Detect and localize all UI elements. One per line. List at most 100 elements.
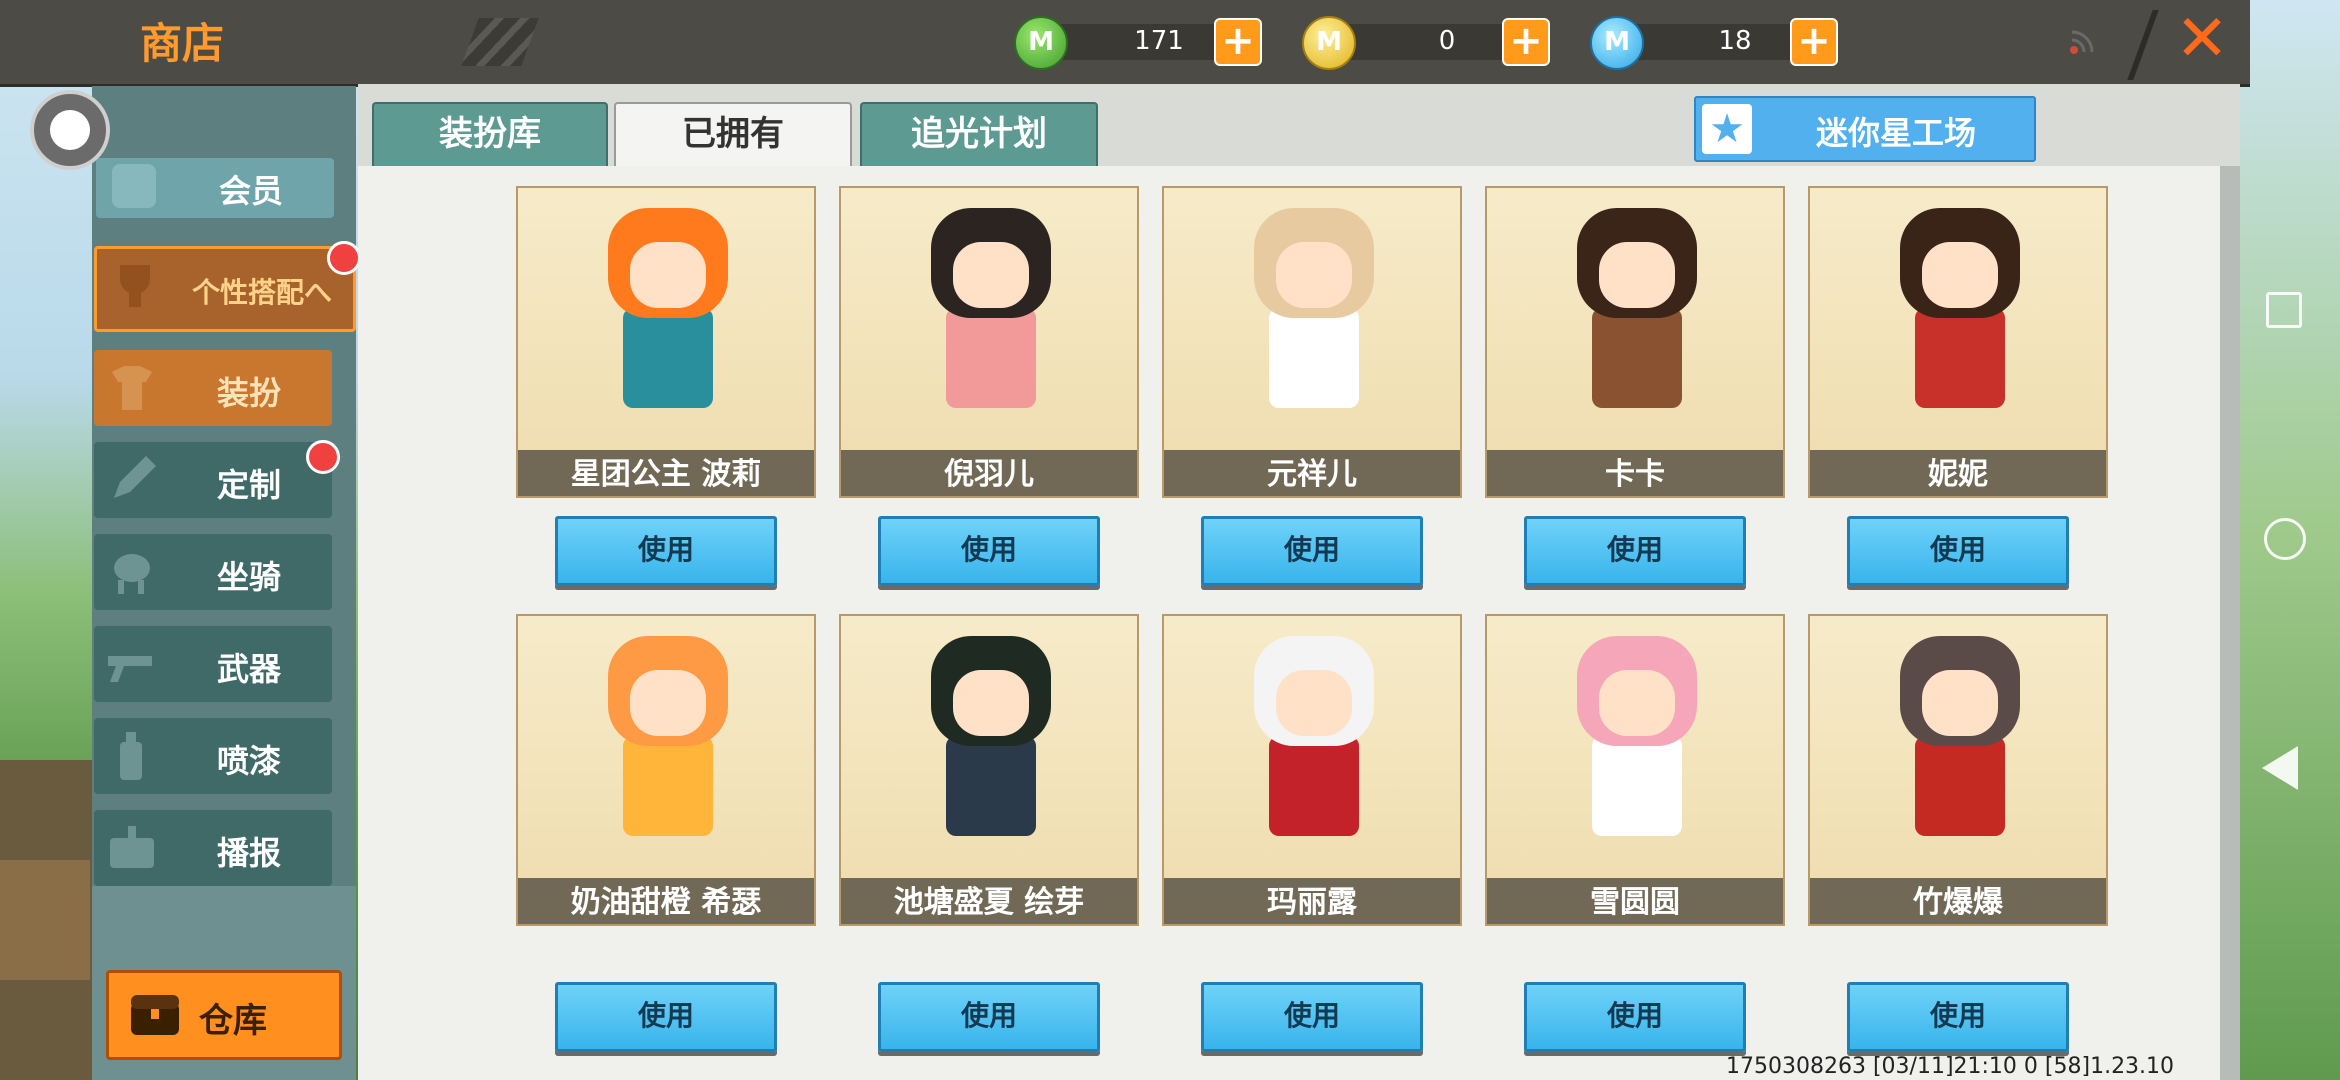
skin-card[interactable]: 卡卡 (1485, 186, 1785, 498)
character-figure (1234, 208, 1394, 408)
use-skin-button[interactable]: 使用 (878, 516, 1100, 586)
back-icon[interactable] (2262, 746, 2298, 790)
character-figure (588, 208, 748, 408)
signal-icon (2070, 30, 2094, 54)
use-skin-button[interactable]: 使用 (1847, 516, 2069, 586)
tab-light-chase-plan[interactable]: 追光计划 (860, 102, 1098, 166)
skin-name: 池塘盛夏 绘芽 (841, 878, 1137, 924)
use-skin-button[interactable]: 使用 (1201, 516, 1423, 586)
character-head (931, 208, 1051, 318)
skin-name: 奶油甜橙 希瑟 (518, 878, 814, 924)
add-green-coin-button[interactable]: + (1214, 18, 1262, 66)
skin-card[interactable]: 星团公主 波莉 (516, 186, 816, 498)
member-icon (112, 164, 156, 208)
currency-green: M 171 + (1014, 16, 1284, 70)
character-outfit (1269, 308, 1359, 408)
character-head (1254, 208, 1374, 318)
skin-name: 元祥儿 (1164, 450, 1460, 496)
skin-name: 星团公主 波莉 (518, 450, 814, 496)
chest-icon (131, 995, 179, 1035)
add-blue-coin-button[interactable]: + (1790, 18, 1838, 66)
sidebar-item-customize[interactable]: 定制 (94, 440, 340, 518)
outfit-icon (112, 366, 152, 410)
sidebar-item-label: 会员 (218, 172, 283, 210)
skin-card[interactable]: 元祥儿 (1162, 186, 1462, 498)
character-figure (1880, 636, 2040, 836)
mini-star-workshop-button[interactable]: ★ 迷你星工场 (1694, 96, 2036, 162)
character-outfit (946, 736, 1036, 836)
character-figure (1234, 636, 1394, 836)
character-figure (911, 208, 1071, 408)
sidebar-item-label: 喷漆 (216, 742, 281, 780)
use-skin-button[interactable]: 使用 (1524, 982, 1746, 1052)
scrollbar-track[interactable] (2220, 166, 2240, 1080)
use-skin-button[interactable]: 使用 (1524, 516, 1746, 586)
character-face (1276, 670, 1352, 736)
recent-apps-icon[interactable] (2266, 292, 2302, 328)
sidebar-item-mount[interactable]: 坐骑 (94, 534, 332, 610)
character-figure (911, 636, 1071, 836)
warehouse-button[interactable]: 仓库 (106, 970, 342, 1060)
character-outfit (1915, 736, 2005, 836)
sidebar-item-member[interactable]: 会员 (96, 158, 334, 218)
character-head (1254, 636, 1374, 746)
sidebar-item-label: 装扮 (216, 374, 281, 412)
skin-card[interactable]: 妮妮 (1808, 186, 2108, 498)
character-outfit (623, 736, 713, 836)
spray-icon (120, 732, 142, 780)
mount-icon (114, 554, 150, 594)
skin-card[interactable]: 竹爆爆 (1808, 614, 2108, 926)
use-skin-button[interactable]: 使用 (1847, 982, 2069, 1052)
home-icon[interactable] (2264, 518, 2306, 560)
skin-name: 卡卡 (1487, 450, 1783, 496)
character-head (1900, 208, 2020, 318)
skin-card[interactable]: 奶油甜橙 希瑟 (516, 614, 816, 926)
character-head (931, 636, 1051, 746)
use-skin-button[interactable]: 使用 (1201, 982, 1423, 1052)
sidebar-item-broadcast[interactable]: 播报 (94, 810, 332, 886)
skin-card[interactable]: 雪圆圆 (1485, 614, 1785, 926)
skin-card[interactable]: 倪羽儿 (839, 186, 1139, 498)
tab-outfit-library[interactable]: 装扮库 (372, 102, 608, 166)
add-gold-coin-button[interactable]: + (1502, 18, 1550, 66)
use-skin-button[interactable]: 使用 (555, 516, 777, 586)
character-face (630, 670, 706, 736)
mini-star-workshop-label: 迷你星工场 (1816, 114, 1977, 152)
currency-blue: M 18 + (1590, 16, 1860, 70)
currency-gold: M 0 + (1302, 16, 1572, 70)
divider (2127, 10, 2159, 80)
skin-name: 竹爆爆 (1810, 878, 2106, 924)
gold-mini-coin-icon: M (1302, 16, 1356, 70)
use-skin-button[interactable]: 使用 (555, 982, 777, 1052)
character-head (1577, 636, 1697, 746)
sidebar-group-personalization[interactable]: 个性搭配へ (94, 241, 361, 332)
close-button[interactable]: ✕ (2172, 7, 2232, 71)
character-face (1599, 242, 1675, 308)
tab-owned[interactable]: 已拥有 (614, 102, 852, 168)
decorative-stripe (461, 18, 539, 66)
character-outfit (946, 308, 1036, 408)
sidebar-item-weapon[interactable]: 武器 (94, 626, 332, 702)
top-bar: 商店 M 171 + M 0 + M 18 + ✕ (0, 0, 2250, 87)
sidebar-item-label: 武器 (216, 650, 281, 688)
floating-menu-button[interactable] (30, 90, 110, 170)
build-info: 1750308263 [03/11]21:10 0 [58]1.23.10 (1726, 1054, 2175, 1079)
skin-card[interactable]: 玛丽露 (1162, 614, 1462, 926)
skin-name: 玛丽露 (1164, 878, 1460, 924)
character-face (630, 242, 706, 308)
sidebar-item-outfit[interactable]: 装扮 (94, 350, 332, 426)
character-figure (1557, 208, 1717, 408)
blue-mini-coin-icon: M (1590, 16, 1644, 70)
sidebar-item-spray[interactable]: 喷漆 (94, 718, 332, 794)
character-outfit (1592, 736, 1682, 836)
character-head (608, 636, 728, 746)
broadcast-icon (110, 826, 154, 868)
character-outfit (1915, 308, 2005, 408)
skin-card[interactable]: 池塘盛夏 绘芽 (839, 614, 1139, 926)
character-head (608, 208, 728, 318)
trophy-icon (120, 265, 150, 307)
sidebar-item-label: 定制 (216, 466, 281, 504)
notification-badge (327, 241, 361, 275)
use-skin-button[interactable]: 使用 (878, 982, 1100, 1052)
character-outfit (1592, 308, 1682, 408)
